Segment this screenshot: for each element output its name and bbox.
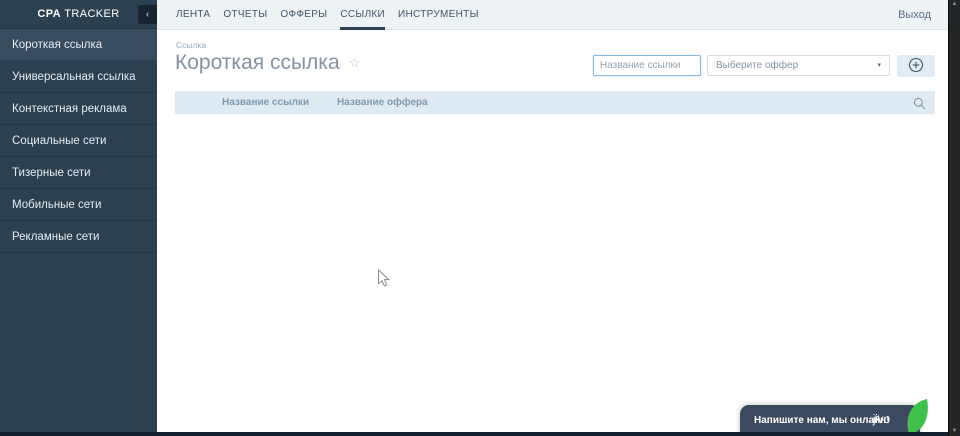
chevron-left-icon: ‹ xyxy=(145,8,150,20)
sidebar-item-teaser-networks[interactable]: Тизерные сети xyxy=(0,157,157,189)
add-link-button[interactable] xyxy=(897,55,935,77)
sidebar-item-ad-networks[interactable]: Рекламные сети xyxy=(0,221,157,253)
offer-select-value: Выберите оффер xyxy=(716,60,799,71)
sidebar-item-label: Короткая ссылка xyxy=(12,39,103,51)
logout-link[interactable]: Выход xyxy=(898,0,931,30)
topbar: ЛЕНТА ОТЧЕТЫ ОФФЕРЫ ССЫЛКИ ИНСТРУМЕНТЫ В… xyxy=(157,0,948,30)
sidebar-item-social-networks[interactable]: Социальные сети xyxy=(0,125,157,157)
brand-bold: CPA xyxy=(37,8,61,20)
brand-rest: TRACKER xyxy=(60,8,120,20)
sidebar-header: CPA TRACKER ‹ xyxy=(0,0,157,29)
scroll-up-icon[interactable]: ▲ xyxy=(949,1,960,7)
sidebar-item-label: Контекстная реклама xyxy=(12,103,127,115)
breadcrumb: Ссылка xyxy=(176,40,207,50)
tab-reports[interactable]: ОТЧЕТЫ xyxy=(223,0,267,30)
table-header: Название ссылки Название оффера xyxy=(175,91,935,114)
tab-offers[interactable]: ОФФЕРЫ xyxy=(280,0,327,30)
sidebar-item-label: Рекламные сети xyxy=(12,231,100,243)
sidebar-item-short-link[interactable]: Короткая ссылка xyxy=(0,29,157,61)
sidebar-item-label: Мобильные сети xyxy=(12,199,102,211)
plus-circle-icon xyxy=(908,57,924,76)
sidebar-item-label: Тизерные сети xyxy=(12,167,91,179)
main-content: Ссылка Короткая ссылка ☆ Выберите оффер … xyxy=(157,30,948,432)
sidebar-item-context-ads[interactable]: Контекстная реклама xyxy=(0,93,157,125)
sidebar-item-label: Социальные сети xyxy=(12,135,107,147)
title-row: Короткая ссылка ☆ xyxy=(175,51,360,75)
brand-logo: CPA TRACKER xyxy=(37,8,119,20)
jivo-logo: jivo xyxy=(872,414,890,426)
sidebar-item-mobile-networks[interactable]: Мобильные сети xyxy=(0,189,157,221)
sidebar-item-label: Универсальная ссылка xyxy=(12,71,136,83)
search-icon[interactable] xyxy=(913,96,926,119)
column-header-link-name[interactable]: Название ссылки xyxy=(222,91,309,114)
window-bottom-edge xyxy=(0,432,948,436)
sidebar: CPA TRACKER ‹ Короткая ссылка Универсаль… xyxy=(0,0,157,432)
sidebar-item-universal-link[interactable]: Универсальная ссылка xyxy=(0,61,157,93)
offer-select[interactable]: Выберите оффер ▾ xyxy=(707,55,890,76)
column-header-offer-name[interactable]: Название оффера xyxy=(337,91,428,114)
jivo-leaf-icon xyxy=(906,399,930,436)
vertical-scrollbar[interactable]: ▲ ▼ xyxy=(948,0,960,436)
scroll-down-icon[interactable]: ▼ xyxy=(949,428,960,434)
link-name-input[interactable] xyxy=(593,55,701,76)
tab-feed[interactable]: ЛЕНТА xyxy=(176,0,210,30)
favorite-star-icon[interactable]: ☆ xyxy=(349,55,361,71)
sidebar-collapse-button[interactable]: ‹ xyxy=(138,5,157,24)
tab-tools[interactable]: ИНСТРУМЕНТЫ xyxy=(398,0,479,30)
chevron-down-icon: ▾ xyxy=(877,62,881,69)
app-root: CPA TRACKER ‹ Короткая ссылка Универсаль… xyxy=(0,0,960,436)
tab-links[interactable]: ССЫЛКИ xyxy=(340,0,386,30)
page-title: Короткая ссылка xyxy=(175,51,340,74)
